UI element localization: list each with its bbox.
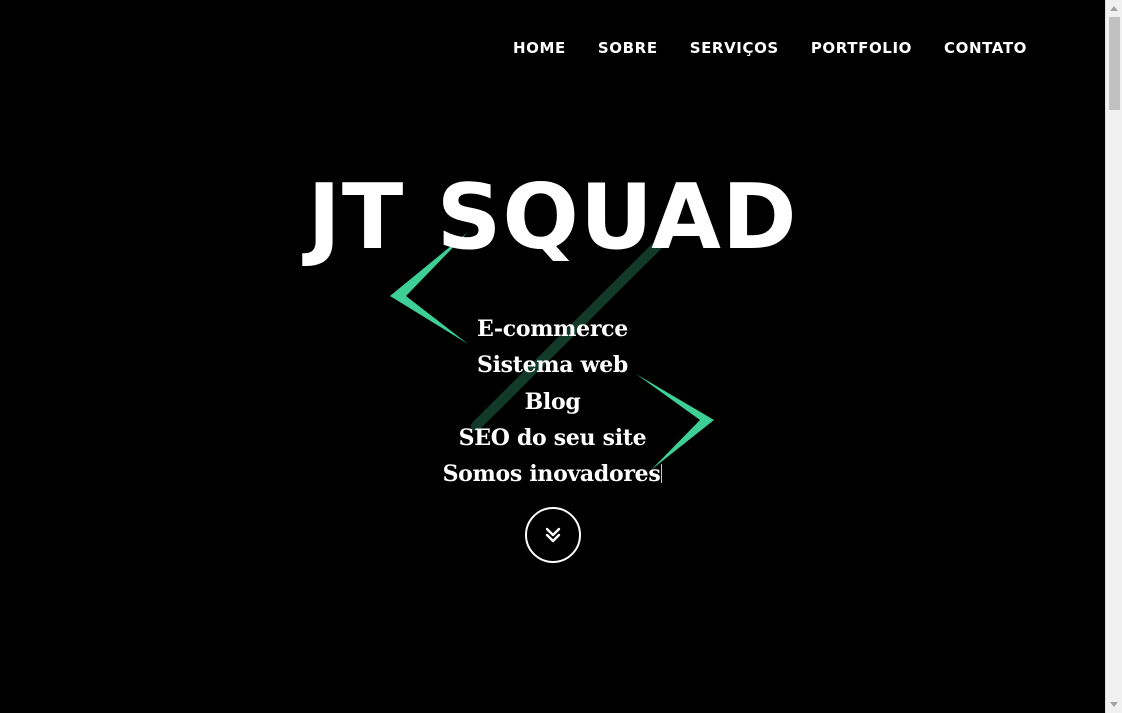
service-item-label: E-commerce bbox=[477, 316, 628, 342]
nav-item-sobre[interactable]: SOBRE bbox=[598, 38, 658, 58]
nav-item-portfolio[interactable]: PORTFOLIO bbox=[811, 38, 912, 58]
page: HOME SOBRE SERVIÇOS PORTFOLIO CONTATO JT… bbox=[0, 0, 1122, 713]
service-item: SEO do seu site bbox=[0, 420, 1105, 456]
service-item-label: Blog bbox=[524, 388, 581, 415]
nav-item-servicos[interactable]: SERVIÇOS bbox=[690, 38, 779, 58]
service-item: Blog bbox=[0, 384, 1105, 420]
service-item: E-commerce bbox=[0, 311, 1105, 347]
scroll-down-button[interactable] bbox=[525, 507, 581, 563]
service-item-label: SEO do seu site bbox=[458, 424, 647, 451]
service-item-label: Somos inovadores bbox=[442, 461, 661, 488]
nav-item-contato[interactable]: CONTATO bbox=[944, 38, 1027, 58]
service-item: Sistema web bbox=[0, 347, 1105, 383]
double-chevron-down-icon bbox=[545, 527, 561, 543]
services-list: E-commerce Sistema web Blog SEO do seu s… bbox=[0, 311, 1105, 492]
page-scrollbar[interactable] bbox=[1105, 0, 1122, 713]
service-item-label: Sistema web bbox=[476, 352, 628, 379]
main-nav: HOME SOBRE SERVIÇOS PORTFOLIO CONTATO bbox=[513, 38, 1027, 58]
nav-item-home[interactable]: HOME bbox=[513, 38, 566, 58]
hero-title: JT SQUAD bbox=[307, 165, 798, 270]
typing-caret bbox=[661, 464, 663, 484]
scroll-up-arrow-icon[interactable] bbox=[1110, 6, 1118, 11]
scrollbar-thumb[interactable] bbox=[1109, 17, 1120, 110]
scroll-down-arrow-icon[interactable] bbox=[1110, 702, 1118, 707]
service-item: Somos inovadores bbox=[0, 456, 1105, 492]
